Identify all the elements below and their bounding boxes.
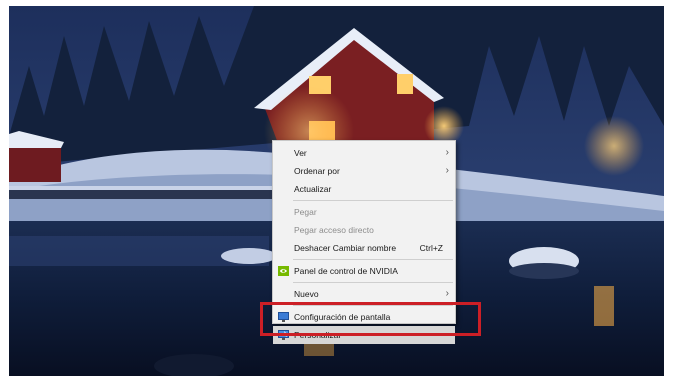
- menu-item-label: Pegar acceso directo: [294, 225, 374, 235]
- menu-item-nuevo[interactable]: Nuevo ›: [273, 285, 455, 303]
- highlight-annotation-box: [260, 302, 481, 336]
- menu-item-label: Pegar: [294, 207, 317, 217]
- menu-item-ver[interactable]: Ver ›: [273, 144, 455, 162]
- menu-item-label: Nuevo: [294, 289, 319, 299]
- desktop-context-menu: Ver › Ordenar por › Actualizar Pegar Peg…: [272, 140, 456, 344]
- menu-separator: [293, 282, 453, 283]
- menu-separator: [293, 259, 453, 260]
- menu-item-deshacer[interactable]: Deshacer Cambiar nombre Ctrl+Z: [273, 239, 455, 257]
- menu-item-ordenar-por[interactable]: Ordenar por ›: [273, 162, 455, 180]
- menu-item-nvidia-panel[interactable]: Panel de control de NVIDIA: [273, 262, 455, 280]
- menu-separator: [293, 200, 453, 201]
- menu-item-actualizar[interactable]: Actualizar: [273, 180, 455, 198]
- menu-item-label: Ordenar por: [294, 166, 340, 176]
- menu-item-pegar: Pegar: [273, 203, 455, 221]
- nvidia-icon: [278, 266, 289, 276]
- menu-item-pegar-acceso-directo: Pegar acceso directo: [273, 221, 455, 239]
- chevron-right-icon: ›: [445, 165, 449, 176]
- menu-item-label: Ver: [294, 148, 307, 158]
- menu-item-label: Actualizar: [294, 184, 332, 194]
- menu-item-label: Deshacer Cambiar nombre: [294, 243, 397, 253]
- shortcut-text: Ctrl+Z: [419, 243, 443, 253]
- chevron-right-icon: ›: [445, 147, 449, 158]
- chevron-right-icon: ›: [445, 288, 449, 299]
- menu-item-label: Panel de control de NVIDIA: [294, 266, 398, 276]
